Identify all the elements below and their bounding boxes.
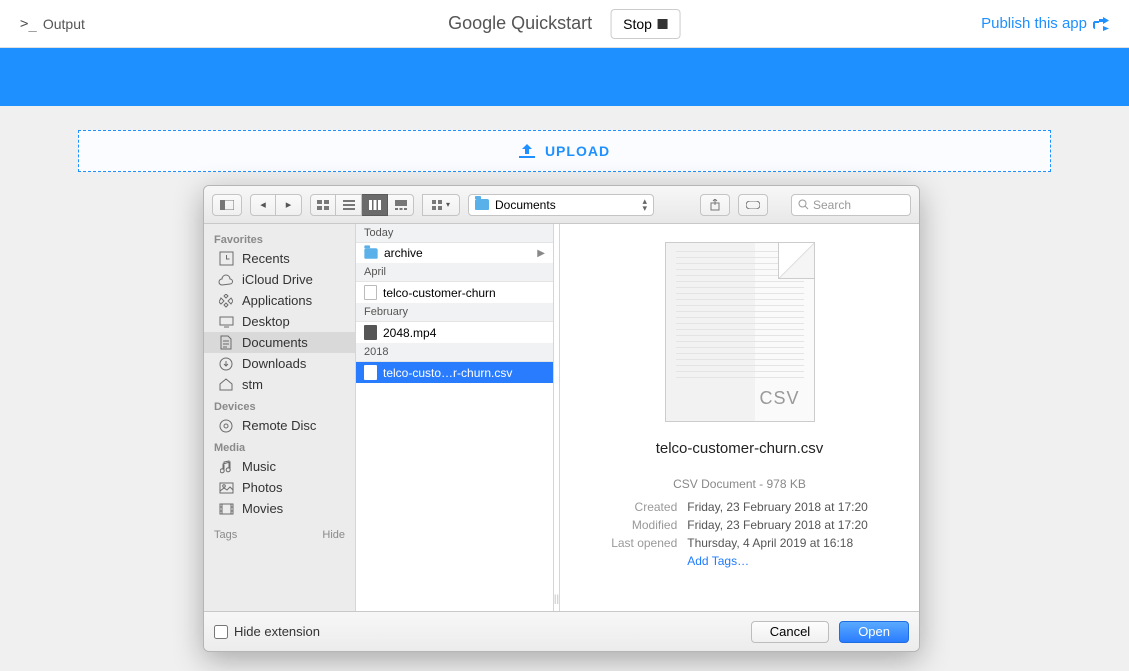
output-label[interactable]: >_ Output [20,16,85,32]
preview-pane: CSV telco-customer-churn.csv CSV Documen… [560,224,919,611]
column-group-head: 2018 [356,343,553,362]
sidebar-head-devices: Devices [204,395,355,415]
file-row[interactable]: 2048.mp4 [356,322,553,343]
search-placeholder: Search [813,198,851,212]
modified-label: Modified [607,517,681,533]
sidebar-item-photos[interactable]: Photos [204,477,355,498]
file-open-dialog: ◂ ▸ ▾ Documents ▴▾ Search [203,185,920,652]
blue-banner [0,48,1129,106]
sidebar-item-recents[interactable]: Recents [204,248,355,269]
desktop-icon [218,315,234,329]
forward-button[interactable]: ▸ [276,194,302,216]
clock-icon [218,252,234,266]
file-row[interactable]: archive▶ [356,243,553,263]
folder-icon [475,199,489,210]
movies-icon [218,502,234,516]
page-title: Google Quickstart [448,13,592,34]
prompt-icon: >_ [20,16,37,32]
search-icon [798,199,809,210]
home-icon [218,378,234,392]
opened-label: Last opened [607,535,681,551]
cloud-icon [218,273,234,287]
location-label: Documents [495,198,556,212]
view-mode-buttons [310,194,414,216]
dialog-footer: Hide extension Cancel Open [204,611,919,651]
upload-icon [519,144,535,158]
location-dropdown[interactable]: Documents ▴▾ [468,194,654,216]
upload-dropzone[interactable]: UPLOAD [78,130,1051,172]
add-tags-link[interactable]: Add Tags… [683,553,872,569]
app-top-bar: >_ Output Google Quickstart Stop Publish… [0,0,1129,48]
output-text: Output [43,16,85,32]
down-icon [218,357,234,371]
chevron-updown-icon: ▴▾ [642,198,647,212]
arrange-group: ▾ [422,194,460,216]
sidebar-item-music[interactable]: Music [204,456,355,477]
sidebar-item-movies[interactable]: Movies [204,498,355,519]
file-row[interactable]: telco-custo…r-churn.csv [356,362,553,383]
chevron-right-icon: ▶ [537,248,545,259]
stop-button[interactable]: Stop [610,9,681,39]
sidebar-tags-label: Tags [214,529,237,541]
hide-extension-input[interactable] [214,625,228,639]
view-icons-button[interactable] [310,194,336,216]
preview-type-line: CSV Document - 978 KB [580,477,899,491]
arrange-button[interactable]: ▾ [422,194,460,216]
column-group-head: Today [356,224,553,243]
preview-filename: telco-customer-churn.csv [656,440,824,457]
cancel-button[interactable]: Cancel [751,621,829,643]
sidebar-item-remote-disc[interactable]: Remote Disc [204,415,355,436]
view-gallery-button[interactable] [388,194,414,216]
sidebar-item-desktop[interactable]: Desktop [204,311,355,332]
sidebar-item-documents[interactable]: Documents [204,332,355,353]
sidebar-item-downloads[interactable]: Downloads [204,353,355,374]
view-list-button[interactable] [336,194,362,216]
nav-buttons: ◂ ▸ [250,194,302,216]
music-icon [218,460,234,474]
dialog-toolbar: ◂ ▸ ▾ Documents ▴▾ Search [204,186,919,224]
publish-link[interactable]: Publish this app [981,15,1109,32]
view-columns-button[interactable] [362,194,388,216]
stop-icon [658,19,668,29]
created-value: Friday, 23 February 2018 at 17:20 [683,499,872,515]
column-group-head: February [356,303,553,322]
hide-extension-checkbox[interactable]: Hide extension [214,624,320,639]
column-group-head: April [356,263,553,282]
publish-label: Publish this app [981,15,1087,32]
sidebar-toggle-button[interactable] [212,194,242,216]
preview-thumbnail: CSV [665,242,815,422]
share-button[interactable] [700,194,730,216]
disc-icon [218,419,234,433]
sidebar-head-media: Media [204,436,355,456]
doc-icon [218,336,234,350]
hide-extension-label: Hide extension [234,624,320,639]
photos-icon [218,481,234,495]
file-row[interactable]: telco-customer-churn [356,282,553,303]
apps-icon [218,294,234,308]
open-button[interactable]: Open [839,621,909,643]
sidebar-item-stm[interactable]: stm [204,374,355,395]
created-label: Created [607,499,681,515]
sidebar-item-applications[interactable]: Applications [204,290,355,311]
stop-label: Stop [623,16,652,32]
search-input[interactable]: Search [791,194,911,216]
modified-value: Friday, 23 February 2018 at 17:20 [683,517,872,533]
share-icon [1093,17,1109,31]
opened-value: Thursday, 4 April 2019 at 16:18 [683,535,872,551]
sidebar-head-favorites: Favorites [204,228,355,248]
file-column: Todayarchive▶Apriltelco-customer-churnFe… [356,224,554,611]
dialog-sidebar: Favorites RecentsiCloud DriveApplication… [204,224,356,611]
file-type-badge: CSV [759,388,799,409]
sidebar-item-icloud-drive[interactable]: iCloud Drive [204,269,355,290]
upload-label: UPLOAD [545,143,610,159]
back-button[interactable]: ◂ [250,194,276,216]
tags-button[interactable] [738,194,768,216]
sidebar-hide-link[interactable]: Hide [322,529,345,541]
